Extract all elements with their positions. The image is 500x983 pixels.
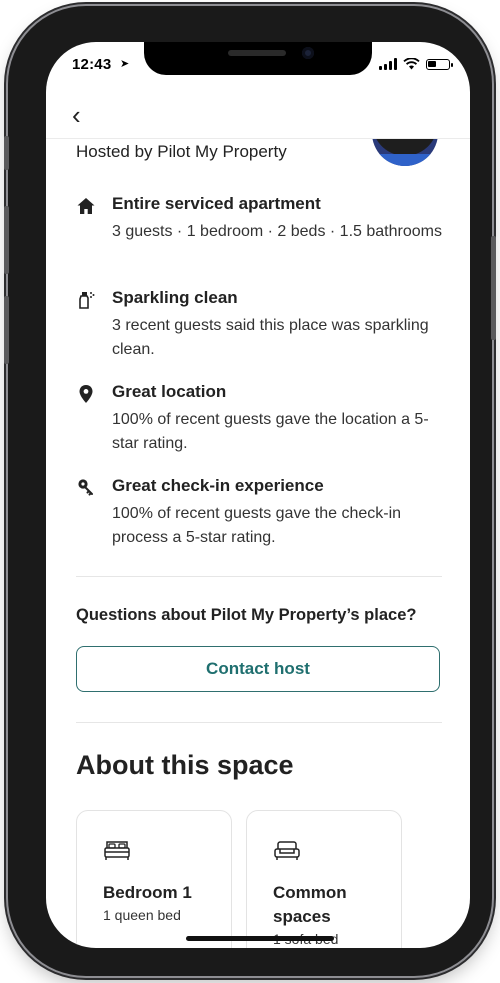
contact-host-button[interactable]: Contact host: [76, 646, 440, 692]
space-card-common[interactable]: Common spaces 1 sofa bed: [246, 810, 402, 948]
mute-switch: [4, 136, 9, 170]
home-indicator[interactable]: [186, 936, 334, 941]
card-title: Bedroom 1: [103, 883, 192, 902]
status-icons: [379, 58, 453, 70]
section-divider: [76, 576, 442, 577]
notch: [144, 42, 372, 75]
sofa-icon: [274, 841, 300, 860]
about-space-heading: About this space: [76, 750, 294, 780]
wifi-icon: [403, 58, 420, 70]
location-pin-icon: [79, 385, 93, 403]
feature-title: Sparkling clean: [112, 288, 238, 307]
back-chevron-icon[interactable]: ‹: [72, 102, 81, 128]
top-nav-bar: ‹: [46, 94, 470, 139]
spray-bottle-icon: [79, 292, 95, 309]
phone-frame: 12:43 ➤ ‹ Hosted by Pilot My Property En…: [4, 6, 496, 976]
volume-up-button: [4, 206, 9, 274]
screen: 12:43 ➤ ‹ Hosted by Pilot My Property En…: [46, 42, 470, 948]
volume-down-button: [4, 296, 9, 364]
home-icon: [77, 198, 95, 214]
key-icon: [78, 479, 93, 496]
feature-description: 3 guests · 1 bedroom · 2 beds · 1.5 bath…: [112, 223, 442, 240]
feature-title: Great location: [112, 382, 227, 401]
feature-title: Entire serviced apartment: [112, 194, 321, 213]
card-title: Common spaces: [273, 883, 347, 926]
speaker-grille: [228, 50, 286, 56]
cellular-signal-icon: [379, 58, 397, 70]
space-card-bedroom[interactable]: Bedroom 1 1 queen bed: [76, 810, 232, 948]
bed-icon: [104, 841, 130, 860]
power-button: [491, 236, 496, 340]
battery-icon: [426, 58, 453, 70]
location-arrow-icon: ➤: [120, 58, 130, 70]
front-camera: [302, 47, 314, 59]
battery-level: [428, 60, 436, 67]
feature-description: 100% of recent guests gave the check-in …: [112, 505, 402, 546]
feature-description: 3 recent guests said this place was spar…: [112, 317, 429, 358]
contact-question: Questions about Pilot My Property’s plac…: [76, 606, 417, 624]
status-time: 12:43: [72, 56, 112, 73]
feature-description: 100% of recent guests gave the location …: [112, 411, 429, 452]
feature-title: Great check-in experience: [112, 476, 324, 495]
hosted-by-text: Hosted by Pilot My Property: [76, 142, 287, 161]
card-subtitle: 1 queen bed: [103, 907, 181, 923]
section-divider: [76, 722, 442, 723]
